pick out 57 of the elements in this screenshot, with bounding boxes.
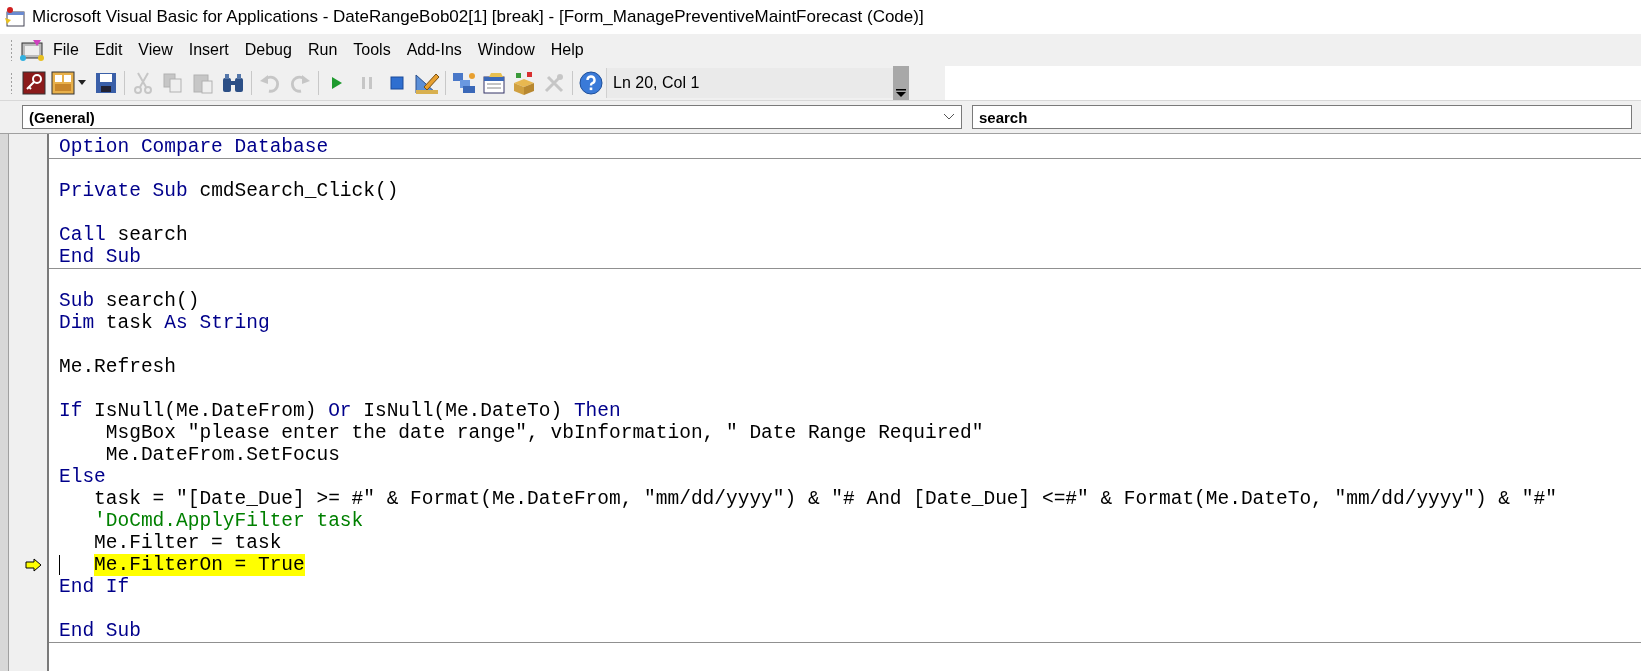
code-line: MsgBox "please enter the date range", vbInformation, " Date Range Required" (104, 422, 984, 444)
code-line: End If (59, 576, 130, 598)
key-icon (22, 71, 46, 95)
code-line: Private Sub cmdSearch_Click() (59, 180, 399, 202)
play-icon (331, 76, 343, 90)
menu-item[interactable]: Insert (180, 37, 237, 63)
overflow-caret-icon (895, 88, 907, 98)
procedure-dropdown[interactable]: search (972, 105, 1632, 129)
code-line: Me.Refresh (59, 356, 177, 378)
ruler-pencil-icon (414, 71, 440, 95)
toolbar-button[interactable] (576, 68, 606, 98)
code-line: Me.DateFrom.SetFocus (105, 444, 340, 466)
code-line: Else (59, 466, 106, 488)
redo-icon (289, 72, 311, 94)
tools-icon (543, 72, 565, 94)
execution-arrow-icon (25, 558, 43, 572)
app-icon (4, 6, 26, 28)
code-line: Call search (59, 224, 188, 246)
menu-item[interactable]: File (45, 37, 87, 63)
menu-item[interactable]: Tools (345, 37, 399, 63)
stop-icon (390, 76, 404, 90)
menu-item[interactable]: Edit (86, 37, 131, 63)
code-line: End Sub (59, 246, 141, 268)
text-caret (59, 555, 60, 575)
userform-icon (51, 71, 89, 95)
code-line: Dim task As String (59, 312, 270, 334)
code-line: Me.Filter = task (93, 532, 282, 554)
copy-icon (162, 72, 184, 94)
menu-item[interactable]: Help (542, 37, 592, 63)
save-icon (95, 72, 117, 94)
binoculars-icon (221, 72, 245, 94)
object-browser-icon (511, 71, 537, 95)
menu-item[interactable]: Add-Ins (398, 37, 470, 63)
pause-icon (361, 76, 373, 90)
code-line: task = "[Date_Due] >= #" & Format(Me.DateFrom, "mm/dd/yyyy") & "# And [Date_Due] <=#" & Format(Me.DateTo, "mm/dd/yyyy") & "#" (93, 488, 1557, 510)
chevron-down-icon (943, 113, 955, 121)
code-line: 'DoCmd.ApplyFilter task (93, 510, 364, 532)
toolbar-overflow-button[interactable] (893, 66, 909, 100)
object-dropdown[interactable]: (General) (22, 105, 962, 129)
menu-item[interactable]: Run (299, 37, 346, 63)
cursor-position: Ln 20, Col 1 (606, 68, 893, 98)
project-tree-icon (451, 71, 477, 95)
menu-item[interactable]: Window (469, 37, 543, 63)
clipboard-icon (192, 72, 214, 94)
vba-project-icon[interactable] (19, 38, 45, 62)
help-icon (579, 71, 603, 95)
code-line: If IsNull(Me.DateFrom) Or IsNull(Me.DateTo) Then (59, 400, 621, 422)
toolbar-button[interactable] (19, 68, 49, 98)
code-line: End Sub (59, 620, 141, 642)
menu-item[interactable]: View (130, 37, 181, 63)
undo-icon (259, 72, 281, 94)
properties-window-icon (481, 71, 507, 95)
code-line: Option Compare Database (59, 136, 329, 158)
scissors-icon (133, 72, 153, 94)
code-line: Sub search() (59, 290, 200, 312)
menu-item[interactable]: Debug (236, 37, 300, 63)
window-title: Microsoft Visual Basic for Applications - DateRangeBob02[1] [break] - [Form_ManagePreventiveMaintForecast (Code)] (32, 7, 924, 27)
